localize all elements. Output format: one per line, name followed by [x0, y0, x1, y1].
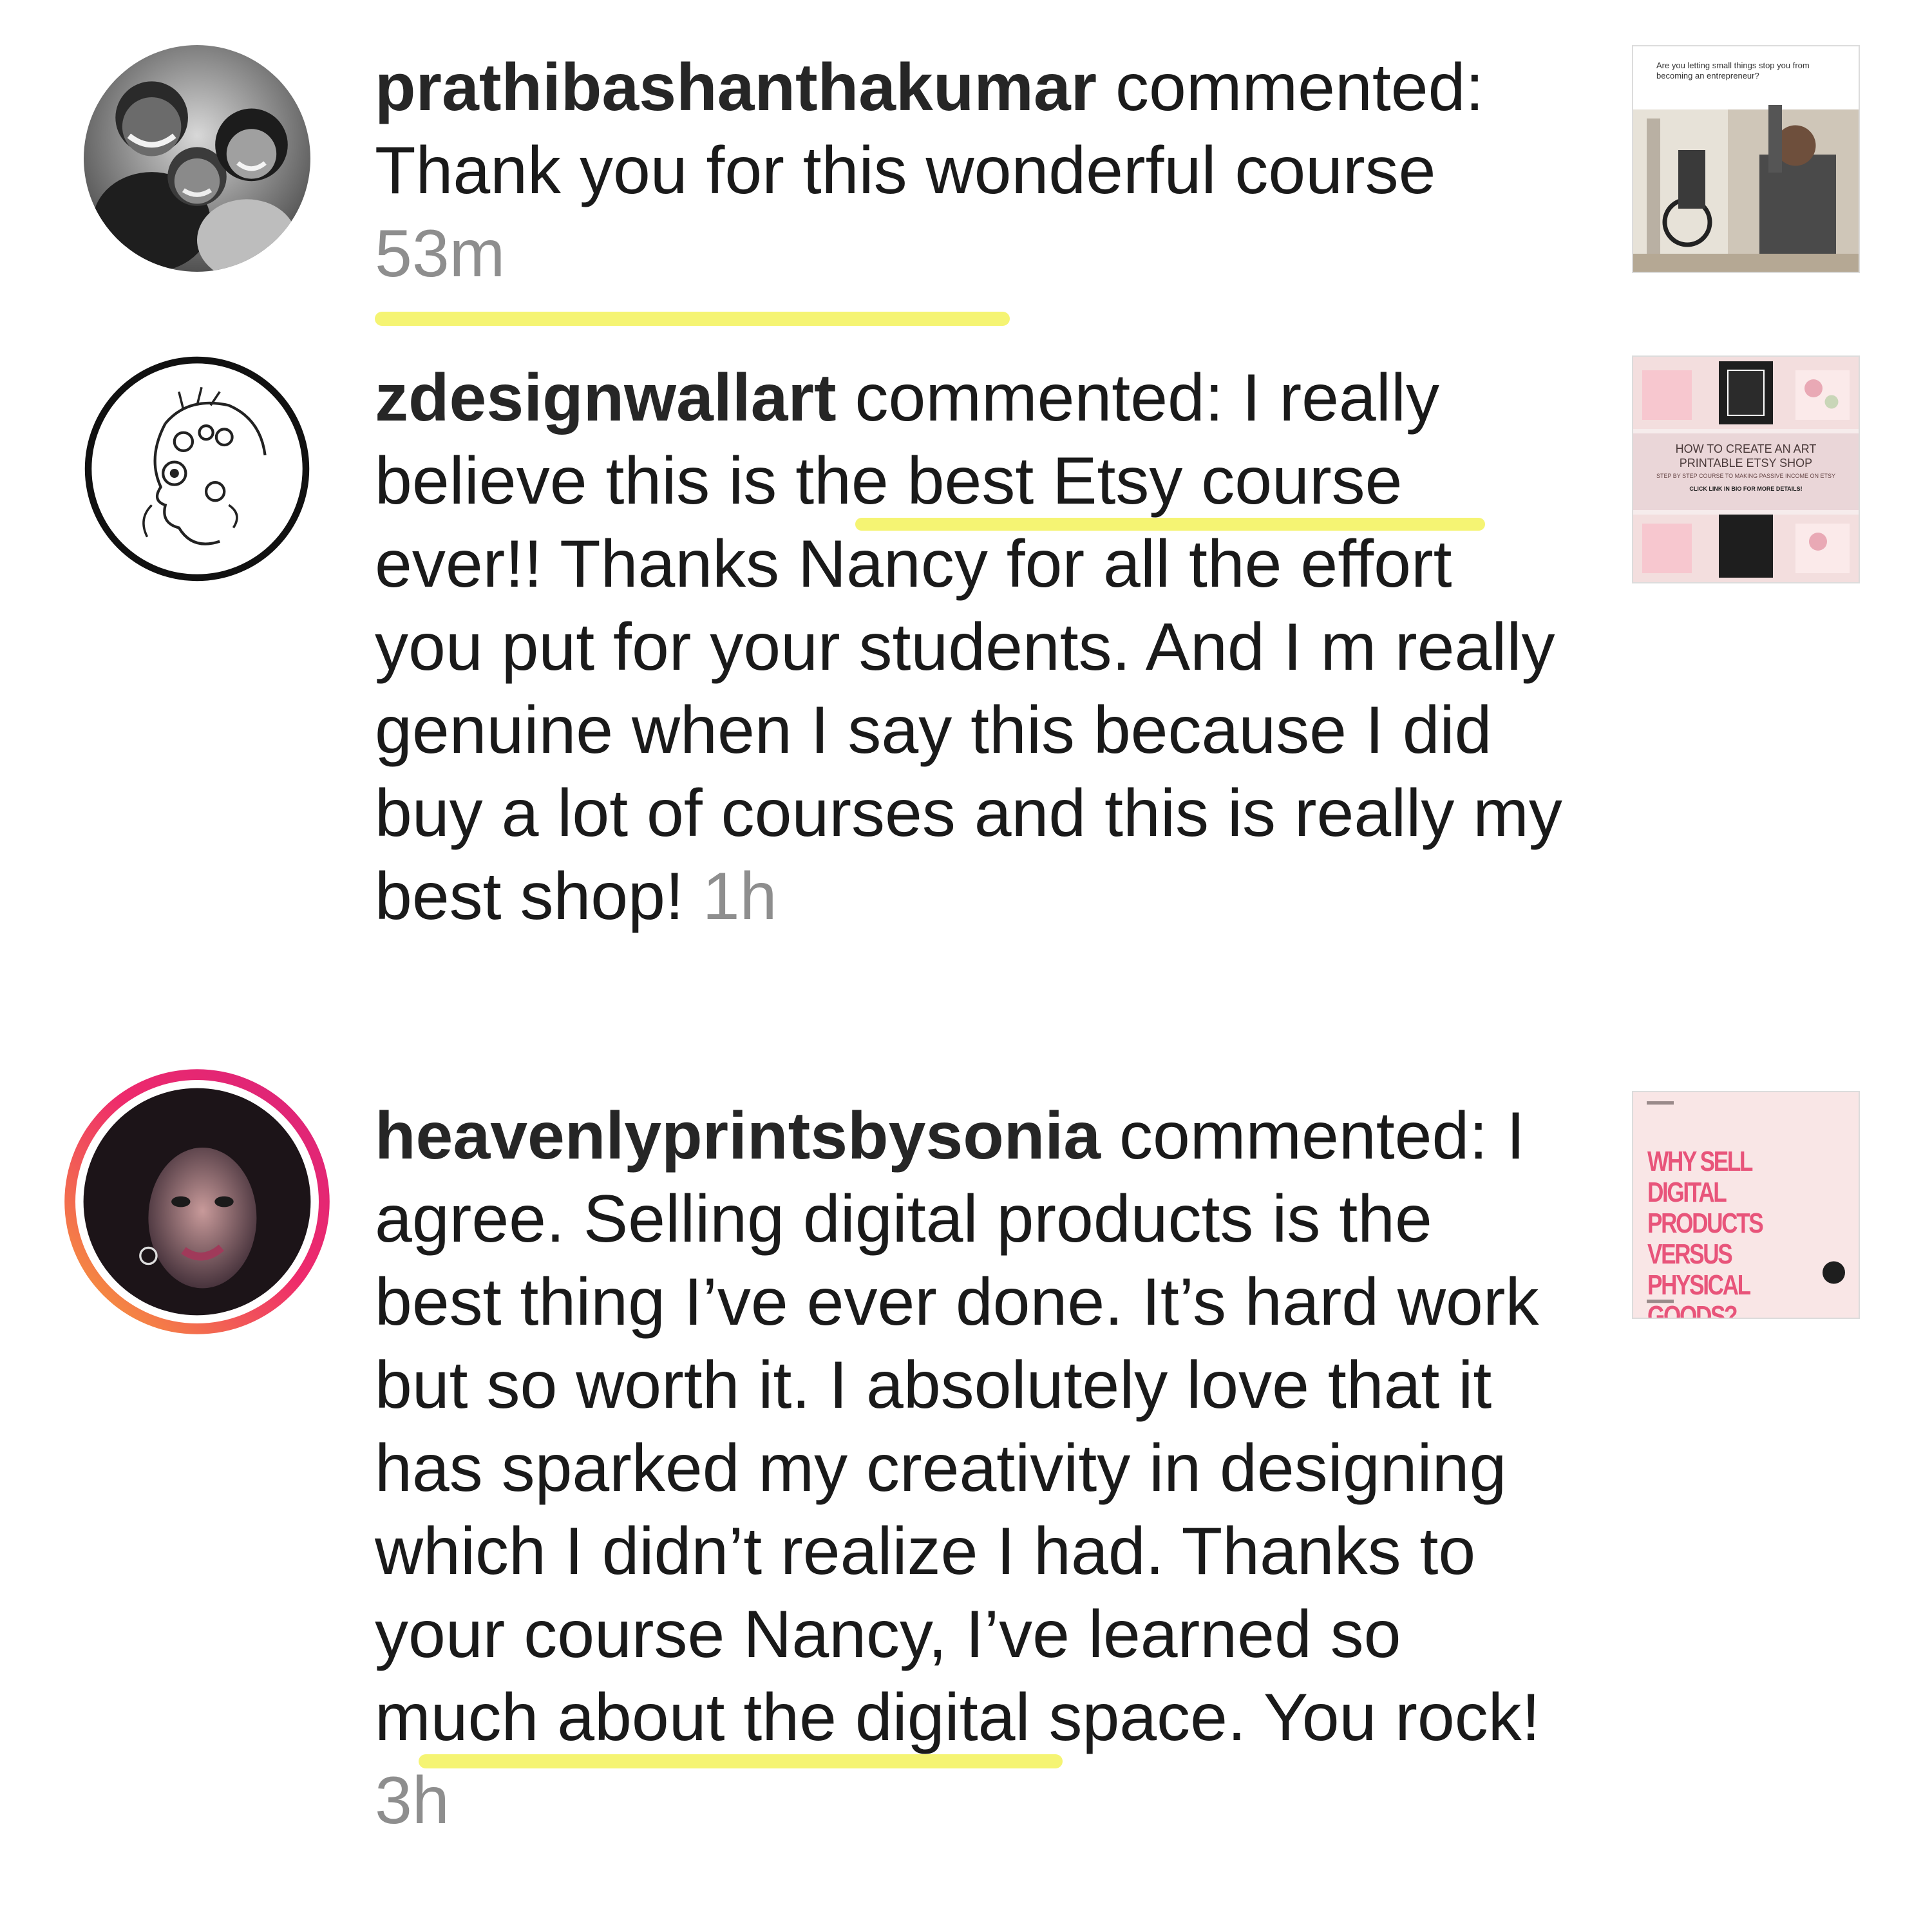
action-label: commented:: [1101, 1099, 1507, 1173]
username-link[interactable]: heavenlyprintsbysonia: [375, 1099, 1101, 1173]
timestamp: 3h: [375, 1763, 450, 1838]
comment-text: heavenlyprintsbysonia commented: I agree…: [375, 1095, 1573, 1842]
comment-body: I agree. Selling digital products is the…: [375, 1099, 1540, 1755]
highlight-underline: [419, 1754, 1063, 1768]
post-thumbnail[interactable]: WHY SELL DIGITAL PRODUCTS VERSUS PHYSICA…: [1632, 1091, 1860, 1319]
notification-row[interactable]: heavenlyprintsbysonia commented: I agree…: [0, 0, 1932, 1932]
thumbnail-title: WHY SELL DIGITAL PRODUCTS VERSUS PHYSICA…: [1647, 1146, 1764, 1319]
story-ring-avatar[interactable]: [62, 1066, 332, 1337]
avatar-photo: [64, 1069, 330, 1334]
